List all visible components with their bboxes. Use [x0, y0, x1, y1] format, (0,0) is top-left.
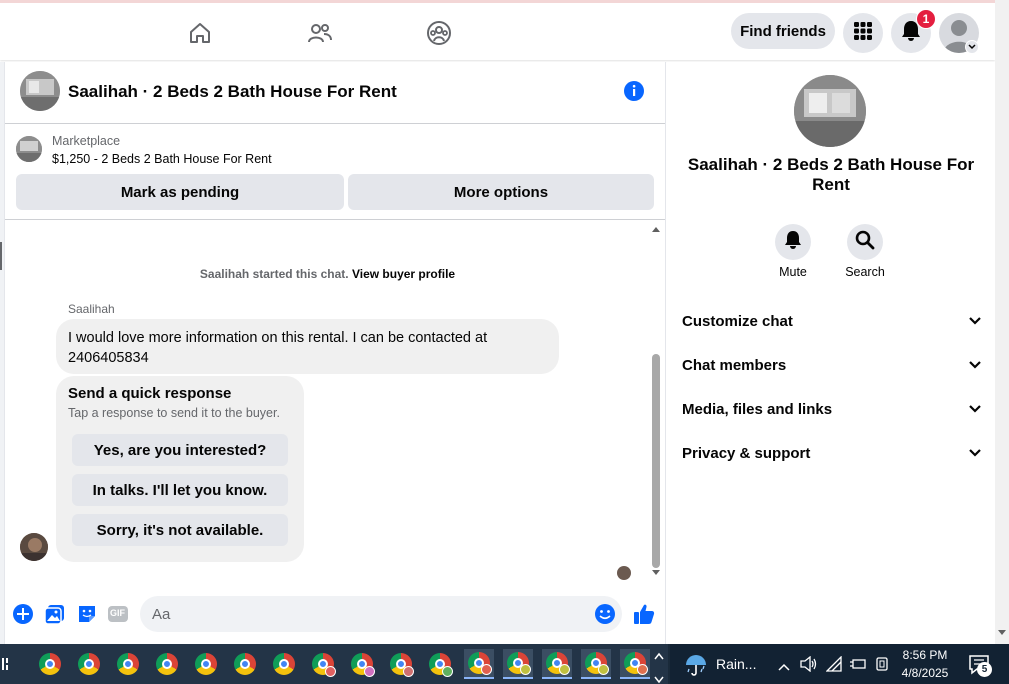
media-files-links-row[interactable]: Media, files and links: [682, 394, 982, 424]
chrome-taskbar-icon[interactable]: [503, 649, 533, 679]
taskbar-scroll-up-icon[interactable]: [654, 647, 664, 665]
chevron-down-icon: [968, 313, 982, 330]
chrome-taskbar-icon[interactable]: [74, 649, 104, 679]
chevron-down-icon: [968, 445, 982, 462]
gif-icon[interactable]: GIF: [107, 603, 129, 625]
top-navigation: Find friends 1: [0, 0, 995, 60]
chrome-taskbar-icon[interactable]: [542, 649, 572, 679]
section-label: Chat members: [682, 356, 787, 374]
chat-header: Saalihah · 2 Beds 2 Bath House For Rent: [5, 62, 665, 124]
listing-thumbnail[interactable]: [20, 71, 60, 111]
marketplace-banner: Marketplace $1,250 - 2 Beds 2 Bath House…: [5, 124, 665, 220]
message-input[interactable]: [140, 596, 622, 632]
volume-icon[interactable]: [800, 655, 818, 677]
chat-scrollbar-thumb[interactable]: [652, 354, 660, 568]
wifi-icon[interactable]: [825, 655, 842, 677]
grid-icon: [853, 21, 873, 46]
quick-response-title: Send a quick response: [68, 385, 232, 402]
chrome-taskbar-icon[interactable]: [464, 649, 494, 679]
thumbs-up-icon[interactable]: [632, 602, 656, 626]
clock-time[interactable]: 8:56 PM: [892, 648, 958, 662]
page-scrollbar[interactable]: [995, 0, 1009, 644]
view-buyer-profile-link[interactable]: View buyer profile: [352, 267, 455, 281]
chrome-taskbar-icon[interactable]: [347, 649, 377, 679]
message-composer: GIF: [5, 592, 665, 638]
chat-panel: Saalihah · 2 Beds 2 Bath House For Rent …: [4, 62, 666, 644]
taskbar-apps: [0, 644, 668, 684]
seen-indicator-avatar: [617, 566, 631, 580]
weather-text[interactable]: Rain...: [716, 656, 756, 672]
sticker-icon[interactable]: [76, 603, 98, 625]
system-tray: Rain... 8:56 PM 4/8/2025 5: [670, 644, 1009, 684]
chat-started-notice: Saalihah started this chat. View buyer p…: [5, 267, 650, 281]
marketplace-label: Marketplace: [52, 134, 121, 148]
groups-icon[interactable]: [425, 19, 453, 47]
privacy-support-row[interactable]: Privacy & support: [682, 438, 982, 468]
section-label: Media, files and links: [682, 400, 833, 418]
sender-avatar[interactable]: [20, 533, 48, 561]
chat-details-panel: Saalihah · 2 Beds 2 Bath House For Rent …: [667, 62, 995, 644]
message-bubble[interactable]: I would love more information on this re…: [56, 319, 559, 374]
chrome-taskbar-icon[interactable]: [425, 649, 455, 679]
search-icon: [855, 230, 875, 255]
chrome-taskbar-icon[interactable]: [581, 649, 611, 679]
chat-members-row[interactable]: Chat members: [682, 350, 982, 380]
action-center-badge: 5: [977, 662, 992, 677]
taskbar-scroll-down-icon[interactable]: [654, 671, 664, 684]
gif-label: GIF: [110, 608, 125, 618]
chat-title[interactable]: Saalihah · 2 Beds 2 Bath House For Rent: [68, 82, 397, 102]
details-title: Saalihah · 2 Beds 2 Bath House For Rent: [687, 155, 975, 194]
chrome-taskbar-icon[interactable]: [269, 649, 299, 679]
bell-icon: [784, 230, 802, 255]
section-label: Privacy & support: [682, 444, 811, 462]
listing-price[interactable]: $1,250 - 2 Beds 2 Bath House For Rent: [52, 152, 272, 166]
mark-as-pending-button[interactable]: Mark as pending: [16, 174, 344, 210]
battery-plug-icon[interactable]: [850, 657, 866, 676]
search-button[interactable]: [847, 224, 883, 260]
chrome-taskbar-icon[interactable]: [113, 649, 143, 679]
home-icon[interactable]: [186, 19, 214, 47]
quick-response-yes-button[interactable]: Yes, are you interested?: [72, 434, 288, 466]
friends-icon[interactable]: [306, 19, 334, 47]
emoji-icon[interactable]: [594, 603, 616, 625]
mute-label: Mute: [779, 265, 807, 279]
tray-overflow-chevron-icon[interactable]: [778, 658, 790, 676]
started-text: Saalihah started this chat.: [199, 267, 349, 281]
notification-badge: 1: [916, 9, 936, 29]
chrome-taskbar-icon[interactable]: [620, 649, 650, 679]
more-options-button[interactable]: More options: [348, 174, 654, 210]
windows-taskbar: Rain... 8:56 PM 4/8/2025 5: [0, 644, 1009, 684]
sender-name: Saalihah: [68, 302, 115, 316]
chevron-down-icon: [968, 357, 982, 374]
plus-icon[interactable]: [12, 603, 34, 625]
chevron-down-icon[interactable]: [965, 40, 979, 54]
section-label: Customize chat: [682, 312, 793, 330]
quick-response-card: Send a quick response Tap a response to …: [56, 376, 304, 562]
menu-grid-button[interactable]: [843, 13, 883, 53]
chrome-taskbar-icon[interactable]: [308, 649, 338, 679]
find-friends-button[interactable]: Find friends: [731, 13, 835, 49]
quick-response-not-available-button[interactable]: Sorry, it's not available.: [72, 514, 288, 546]
task-view-icon[interactable]: [2, 656, 12, 672]
chrome-taskbar-icon[interactable]: [230, 649, 260, 679]
chrome-taskbar-icon[interactable]: [35, 649, 65, 679]
photo-icon[interactable]: [44, 603, 66, 625]
listing-photo[interactable]: [794, 75, 866, 147]
mute-button[interactable]: [775, 224, 811, 260]
chrome-taskbar-icon[interactable]: [152, 649, 182, 679]
quick-response-in-talks-button[interactable]: In talks. I'll let you know.: [72, 474, 288, 506]
chrome-taskbar-icon[interactable]: [191, 649, 221, 679]
device-icon[interactable]: [875, 656, 889, 677]
chrome-taskbar-icon[interactable]: [386, 649, 416, 679]
info-icon[interactable]: [623, 80, 645, 102]
weather-umbrella-icon[interactable]: [684, 653, 708, 682]
marketplace-thumbnail: [16, 136, 42, 162]
customize-chat-row[interactable]: Customize chat: [682, 306, 982, 336]
search-label: Search: [845, 265, 885, 279]
quick-response-subtitle: Tap a response to send it to the buyer.: [68, 406, 280, 420]
clock-date[interactable]: 4/8/2025: [892, 666, 958, 680]
chevron-down-icon: [968, 401, 982, 418]
